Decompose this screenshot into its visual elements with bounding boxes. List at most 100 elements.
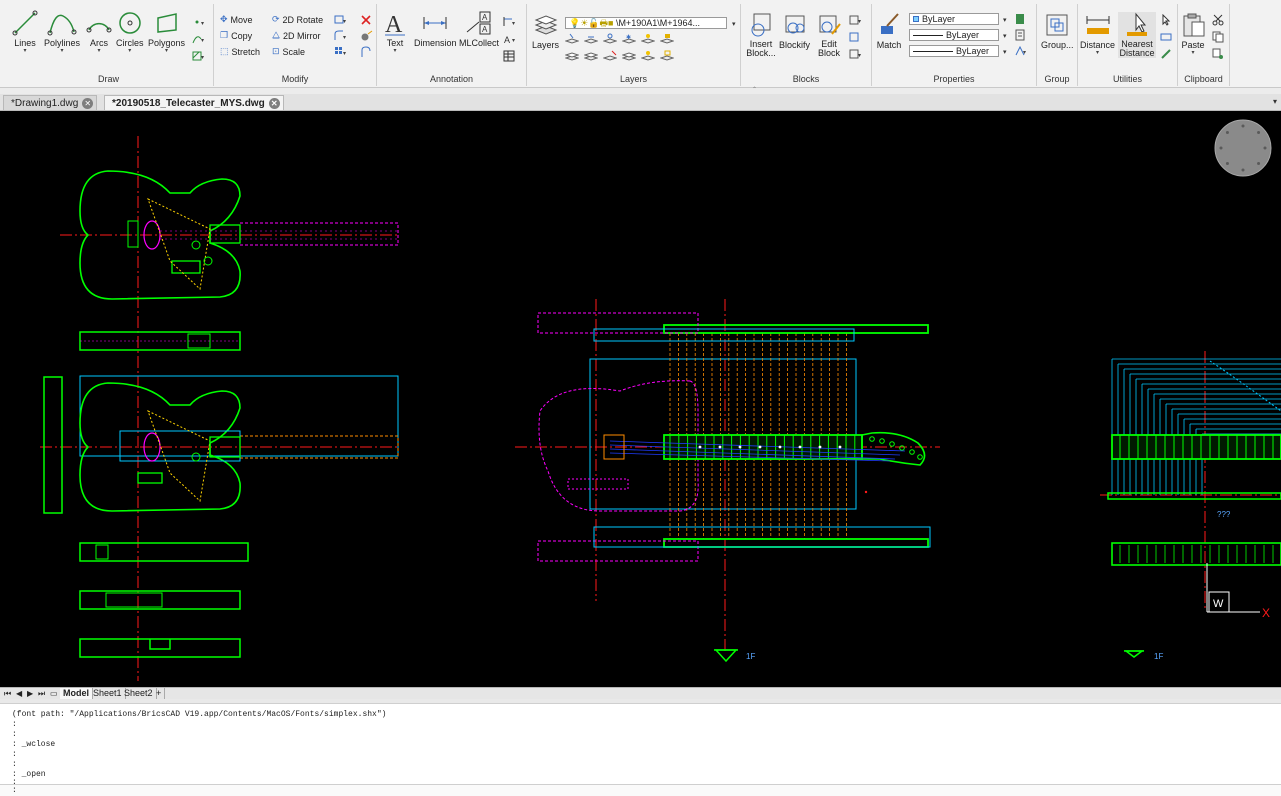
chevron-down-icon[interactable]: ▾ (1191, 50, 1194, 56)
layer-freeze-icon[interactable]: ✱ (621, 33, 637, 45)
ribbon-collapse-handle[interactable]: ⌃ (752, 86, 758, 93)
navigation-wheel-icon[interactable] (1214, 119, 1272, 177)
layer-match-icon[interactable] (564, 33, 580, 45)
layer-on-icon[interactable] (640, 50, 656, 62)
grid-array-icon[interactable]: ▾ (334, 46, 348, 58)
text-tool[interactable]: A Text ▾ (383, 10, 407, 54)
svg-text:▾: ▾ (343, 35, 346, 41)
navigation-wheel[interactable] (1214, 119, 1272, 177)
properties-panel-icon[interactable] (1014, 13, 1028, 25)
dim-style-icon[interactable]: ▾ (503, 16, 517, 28)
group-tool[interactable]: Group... (1041, 12, 1074, 50)
color-dropdown[interactable]: ByLayer (909, 13, 999, 25)
layer-thaw-icon[interactable] (621, 50, 637, 62)
layer-lock-icon[interactable] (659, 33, 675, 45)
select-arrow-icon[interactable] (1160, 13, 1174, 26)
drawing-canvas[interactable]: ??? 1F 1F W X (0, 111, 1281, 687)
first-layout-icon[interactable]: ⏮ (4, 689, 11, 699)
last-layout-icon[interactable]: ⏭ (38, 689, 45, 699)
tab-menu-arrow-icon[interactable]: ▾ (1273, 97, 1277, 106)
block-explode-icon[interactable] (849, 31, 863, 43)
polygons-tool[interactable]: Polygons ▾ (148, 10, 185, 54)
delete-icon[interactable] (360, 14, 374, 26)
point-icon[interactable]: ▾ (192, 16, 206, 28)
layers-tool[interactable]: Layers (532, 12, 559, 50)
lineweight-dropdown[interactable]: ByLayer (909, 45, 999, 57)
quick-select-icon[interactable]: ▾ (1014, 45, 1028, 57)
paste-tool[interactable]: Paste ▾ (1180, 12, 1206, 56)
chevron-down-icon[interactable]: ▾ (23, 48, 26, 54)
layer-previous-icon[interactable] (583, 33, 599, 45)
command-input[interactable]: : (0, 784, 1281, 796)
block-define-icon[interactable]: ▾ (849, 48, 863, 60)
insert-block-tool[interactable]: Insert Block... (745, 12, 777, 58)
hatch-icon[interactable]: ▾ (192, 50, 206, 62)
layer-unlock-icon[interactable] (659, 50, 675, 62)
nearest-distance-tool[interactable]: Nearest Distance (1118, 12, 1156, 58)
polylines-tool[interactable]: Polylines ▾ (44, 10, 80, 54)
cut-icon[interactable] (1212, 14, 1226, 26)
spline-icon[interactable]: ▾ (192, 33, 206, 45)
tab-drawing1[interactable]: *Drawing1.dwg ✕ (3, 95, 98, 110)
stretch-button[interactable]: ⬚ Stretch (220, 46, 260, 57)
close-icon[interactable]: ✕ (268, 98, 280, 109)
current-layer-value: \M+190A1\M+1964... (615, 18, 700, 28)
copy-clip-icon[interactable] (1212, 31, 1226, 43)
block-attribute-icon[interactable]: ▾ (849, 14, 863, 26)
layer-dropdown[interactable]: 💡☀🔓🖶■ \M+190A1\M+1964... (565, 17, 727, 29)
chevron-down-icon[interactable]: ▾ (97, 48, 100, 54)
lineweight-value: ByLayer (956, 46, 990, 56)
dimension-tool[interactable]: Dimension (414, 10, 457, 48)
close-icon[interactable]: ✕ (82, 98, 94, 109)
fret-inlay (738, 445, 742, 449)
layer-walk-icon[interactable] (564, 50, 580, 62)
chevron-down-icon[interactable]: ▾ (128, 48, 131, 54)
mirror-button[interactable]: ⧋ 2D Mirror (272, 30, 321, 41)
chevron-down-icon[interactable]: ▾ (393, 48, 396, 54)
quick-measure-icon[interactable] (1160, 31, 1174, 43)
layer-off-icon[interactable] (640, 33, 656, 45)
eyedropper-icon[interactable] (1160, 48, 1174, 60)
move-button[interactable]: ✥ Move (220, 14, 253, 25)
linetype-dropdown[interactable]: ByLayer (909, 29, 999, 41)
circles-tool[interactable]: Circles ▾ (116, 10, 144, 54)
previous-layout-icon[interactable]: ◀ (16, 689, 22, 698)
color-dropdown-arrow[interactable]: ▾ (1003, 16, 1007, 24)
bricscad-window: Lines ▾ Polylines ▾ Arcs ▾ Circles ▾ Pol… (0, 0, 1281, 796)
array-icon[interactable]: ▾ (334, 14, 348, 26)
list-icon[interactable] (1014, 29, 1028, 41)
copy-base-icon[interactable] (1212, 48, 1226, 60)
layer-delete-icon[interactable] (602, 50, 618, 62)
layout-list-icon[interactable]: ▭ (50, 689, 58, 698)
tab-model[interactable]: Model (60, 688, 93, 699)
arcs-tool[interactable]: Arcs ▾ (86, 10, 112, 54)
tab-telecaster[interactable]: *20190518_Telecaster_MYS.dwg ✕ (104, 95, 284, 110)
copy-button[interactable]: ❐ Copy (220, 30, 252, 41)
layer-merge-icon[interactable] (583, 50, 599, 62)
match-tool[interactable]: Match (876, 12, 902, 50)
scale-button[interactable]: ⊡ Scale (272, 46, 305, 57)
navigation-wheel-dot (1241, 124, 1245, 128)
blockify-tool[interactable]: Blockify (779, 12, 810, 50)
distance-tool[interactable]: Distance ▾ (1080, 12, 1115, 56)
layer-isolate-icon[interactable] (602, 33, 618, 45)
table-icon[interactable] (503, 50, 517, 62)
tab-sheet2[interactable]: Sheet2 (121, 688, 157, 699)
chevron-down-icon[interactable]: ▾ (61, 48, 64, 54)
chevron-down-icon[interactable]: ▾ (1096, 50, 1099, 56)
edit-block-icon (819, 15, 841, 35)
next-layout-icon[interactable]: ▶ (27, 689, 33, 698)
add-layout-button[interactable]: + (153, 688, 166, 699)
edit-block-tool[interactable]: Edit Block (814, 12, 844, 58)
mlcollect-tool[interactable]: AA MLCollect (459, 10, 499, 48)
lineweight-dropdown-arrow[interactable]: ▾ (1003, 48, 1007, 56)
text-style-icon[interactable]: A ▾ (503, 33, 517, 45)
rotate-button[interactable]: ⟳ 2D Rotate (272, 14, 323, 25)
linetype-dropdown-arrow[interactable]: ▾ (1003, 32, 1007, 40)
offset-icon[interactable] (360, 46, 374, 58)
lines-tool[interactable]: Lines ▾ (12, 10, 38, 54)
layer-dropdown-arrow[interactable]: ▾ (732, 20, 736, 28)
chevron-down-icon[interactable]: ▾ (165, 48, 168, 54)
fillet-icon[interactable]: ▾ (334, 30, 348, 42)
explode-icon[interactable] (360, 30, 374, 42)
